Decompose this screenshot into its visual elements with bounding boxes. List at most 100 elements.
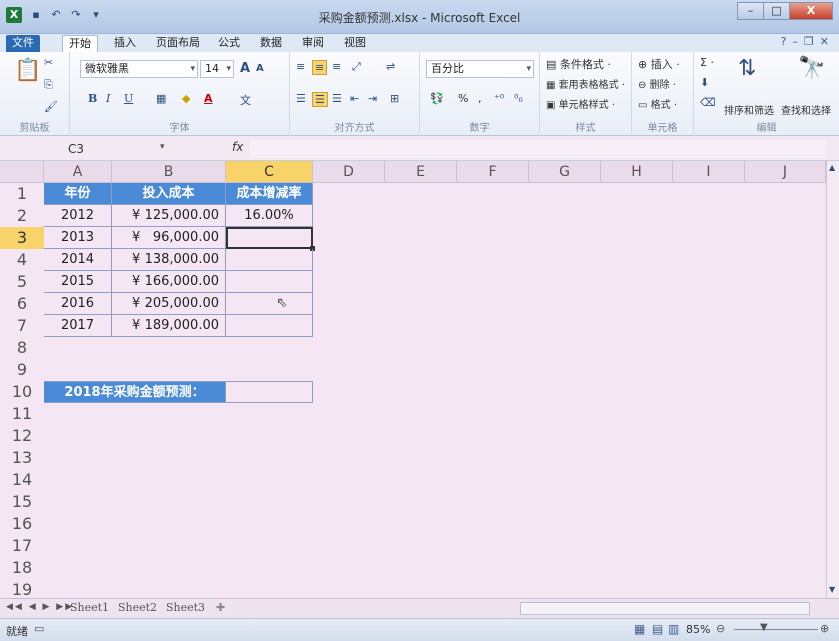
row-header-8[interactable]: 8 <box>0 337 44 359</box>
close-button[interactable]: X <box>789 2 833 20</box>
cell-b4[interactable]: ¥138,000.00 <box>112 249 226 271</box>
format-painter-icon[interactable]: 🖌 <box>44 100 58 113</box>
row-header-2[interactable]: 2 <box>0 205 44 227</box>
row-header-15[interactable]: 15 <box>0 491 44 513</box>
align-bottom-icon[interactable]: ≡ <box>332 60 341 73</box>
cell-a3[interactable]: 2013 <box>44 227 112 249</box>
copy-icon[interactable]: ⎘ <box>44 78 53 92</box>
tab-view[interactable]: 视图 <box>338 35 372 52</box>
help-icon[interactable]: ? <box>781 35 787 48</box>
row-header-17[interactable]: 17 <box>0 535 44 557</box>
row-header-19[interactable]: 19 <box>0 579 44 598</box>
cell-b6[interactable]: ¥205,000.00 <box>112 293 226 315</box>
column-header-i[interactable]: I <box>673 161 745 183</box>
italic-icon[interactable]: I <box>106 92 110 105</box>
cell-c6[interactable] <box>226 293 313 315</box>
conditional-format-button[interactable]: ▤ 条件格式 · <box>546 56 611 72</box>
forecast-label-cell[interactable]: 2018年采购金额预测： <box>44 381 226 403</box>
maximize-button[interactable]: □ <box>763 2 790 20</box>
row-header-5[interactable]: 5 <box>0 271 44 293</box>
horizontal-scrollbar[interactable] <box>520 602 810 615</box>
column-header-h[interactable]: H <box>601 161 673 183</box>
scroll-up-icon[interactable]: ▲ <box>829 163 835 172</box>
cell-c4[interactable] <box>226 249 313 271</box>
row-header-12[interactable]: 12 <box>0 425 44 447</box>
align-top-icon[interactable]: ≡ <box>296 60 305 73</box>
insert-sheet-icon[interactable]: ✚ <box>216 601 225 614</box>
page-break-view-icon[interactable]: ▥ <box>668 622 679 636</box>
row-header-16[interactable]: 16 <box>0 513 44 535</box>
format-cells-button[interactable]: ▭ 格式 · <box>638 96 677 111</box>
percent-style-button[interactable]: % <box>458 92 468 105</box>
insert-cells-button[interactable]: ⊕ 插入 · <box>638 56 680 72</box>
row-header-4[interactable]: 4 <box>0 249 44 271</box>
cell-b7[interactable]: ¥189,000.00 <box>112 315 226 337</box>
sheet-tab-sheet2[interactable]: Sheet2 <box>118 601 157 614</box>
forecast-value-cell[interactable] <box>226 381 313 403</box>
border-icon[interactable]: ▦ <box>156 92 166 105</box>
tab-formulas[interactable]: 公式 <box>212 35 246 52</box>
zoom-slider-thumb[interactable]: ▼ <box>760 622 768 633</box>
row-header-14[interactable]: 14 <box>0 469 44 491</box>
cell-c7[interactable] <box>226 315 313 337</box>
column-header-f[interactable]: F <box>457 161 529 183</box>
merge-center-icon[interactable]: ⊞ <box>390 92 399 105</box>
sort-filter-button[interactable]: 排序和筛选 <box>724 102 774 117</box>
cut-icon[interactable]: ✂ <box>44 56 53 69</box>
find-select-button[interactable]: 查找和选择 <box>781 102 831 117</box>
zoom-out-icon[interactable]: ⊖ <box>716 622 725 635</box>
worksheet-grid[interactable]: A B C D E F G H I J 1 2 3 4 5 6 7 8 9 10… <box>0 161 826 598</box>
row-header-3[interactable]: 3 <box>0 227 44 249</box>
workbook-restore-icon[interactable]: ❐ <box>804 35 814 48</box>
sheet-tab-sheet1[interactable]: Sheet1 <box>70 601 109 614</box>
clear-icon[interactable]: ⌫ <box>700 96 716 109</box>
font-name-combo[interactable]: 微软雅黑 ▾ <box>80 60 198 78</box>
select-all-corner[interactable] <box>0 161 44 183</box>
align-left-icon[interactable]: ☰ <box>296 92 306 105</box>
font-color-icon[interactable]: A <box>204 92 213 105</box>
cell-a6[interactable]: 2016 <box>44 293 112 315</box>
minimize-button[interactable]: – <box>737 2 764 20</box>
cell-c2[interactable]: 16.00% <box>226 205 313 227</box>
cell-b2[interactable]: ¥125,000.00 <box>112 205 226 227</box>
decrease-indent-icon[interactable]: ⇤ <box>350 92 359 105</box>
tab-review[interactable]: 审阅 <box>296 35 330 52</box>
decrease-decimal-icon[interactable]: ⁰₀ <box>514 92 523 105</box>
ribbon-minimize-icon[interactable]: – <box>792 35 798 48</box>
macro-record-icon[interactable]: ▭ <box>34 622 44 635</box>
column-header-c[interactable]: C <box>226 161 313 183</box>
column-header-j[interactable]: J <box>745 161 826 183</box>
tab-data[interactable]: 数据 <box>254 35 288 52</box>
page-layout-view-icon[interactable]: ▤ <box>652 622 663 636</box>
header-year[interactable]: 年份 <box>44 183 112 205</box>
autosum-button[interactable]: Σ · <box>700 56 714 69</box>
column-header-g[interactable]: G <box>529 161 601 183</box>
delete-cells-button[interactable]: ⊖ 删除 · <box>638 76 676 91</box>
align-center-icon[interactable]: ☰ <box>312 92 328 107</box>
cell-a4[interactable]: 2014 <box>44 249 112 271</box>
accounting-format-icon[interactable]: 💱 <box>430 92 444 105</box>
tab-file[interactable]: 文件 <box>6 35 40 52</box>
grow-font-icon[interactable]: A <box>240 61 250 76</box>
row-header-1[interactable]: 1 <box>0 183 44 205</box>
cell-b5[interactable]: ¥166,000.00 <box>112 271 226 293</box>
wrap-text-icon[interactable]: ⇌ <box>386 60 395 73</box>
column-header-b[interactable]: B <box>112 161 226 183</box>
comma-style-button[interactable]: , <box>478 92 482 105</box>
header-rate[interactable]: 成本增减率 <box>226 183 313 205</box>
orientation-icon[interactable]: ⤢ <box>352 60 361 74</box>
column-header-a[interactable]: A <box>44 161 112 183</box>
insert-function-icon[interactable]: fx <box>232 140 243 154</box>
workbook-close-icon[interactable]: ✕ <box>820 35 829 48</box>
sheet-nav-arrows[interactable]: ◀◀ ◀ ▶ ▶▶ <box>6 602 74 612</box>
row-header-13[interactable]: 13 <box>0 447 44 469</box>
paste-icon[interactable]: 📋 <box>14 58 41 83</box>
normal-view-icon[interactable]: ▦ <box>634 622 645 636</box>
tab-insert[interactable]: 插入 <box>108 35 142 52</box>
cell-styles-button[interactable]: ▣ 单元格样式 · <box>546 96 615 111</box>
row-header-9[interactable]: 9 <box>0 359 44 381</box>
find-icon[interactable]: 🔭 <box>798 56 825 81</box>
column-header-e[interactable]: E <box>385 161 457 183</box>
cell-c5[interactable] <box>226 271 313 293</box>
column-header-d[interactable]: D <box>313 161 385 183</box>
